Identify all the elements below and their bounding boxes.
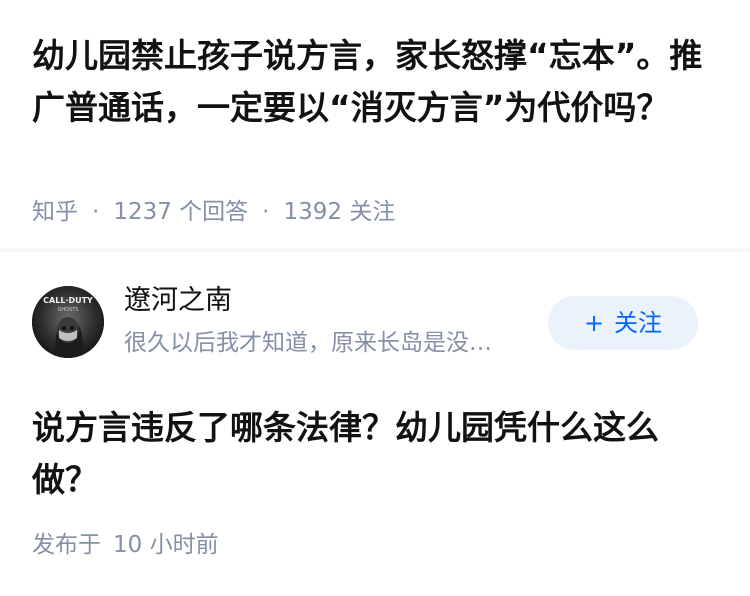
follow-button[interactable]: + 关注 [548, 296, 698, 350]
follower-count-label: 关注 [349, 199, 396, 225]
answer-count-label: 个回答 [179, 199, 249, 225]
question-title[interactable]: 幼儿园禁止孩子说方言，家长怒撑“忘本”。推广普通话，一定要以“消灭方言”为代价吗… [32, 30, 722, 134]
meta-separator: · [262, 199, 270, 225]
publish-time: 10 小时前 [113, 532, 219, 558]
publish-label: 发布于 [32, 532, 101, 558]
avatar-logo-subtext: GHOSTS [58, 307, 79, 313]
avatar[interactable]: CALL·DUTY GHOSTS [32, 286, 104, 358]
author-name[interactable]: 遼河之南 [124, 282, 232, 320]
section-divider [0, 248, 750, 252]
publish-info: 发布于 10 小时前 [32, 528, 219, 562]
avatar-logo-text: CALL·DUTY [43, 296, 93, 305]
author-card: CALL·DUTY GHOSTS 遼河之南 很久以后我才知道，原来长岛是没… +… [32, 285, 718, 358]
follow-button-label: 关注 [614, 309, 663, 337]
meta-separator: · [92, 199, 100, 225]
plus-icon: + [583, 309, 605, 337]
follower-count: 1392 [283, 199, 343, 225]
question-header: 幼儿园禁止孩子说方言，家长怒撑“忘本”。推广普通话，一定要以“消灭方言”为代价吗… [32, 30, 722, 134]
answer-title[interactable]: 说方言违反了哪条法律？幼儿园凭什么这么做？ [32, 402, 722, 506]
question-source: 知乎 [32, 199, 78, 225]
answer-count: 1237 [113, 199, 172, 225]
question-meta: 知乎 · 1237 个回答 · 1392 关注 [32, 194, 395, 230]
call-of-duty-ghosts-avatar-icon: CALL·DUTY GHOSTS [32, 286, 104, 358]
author-bio: 很久以后我才知道，原来长岛是没… [124, 330, 492, 356]
